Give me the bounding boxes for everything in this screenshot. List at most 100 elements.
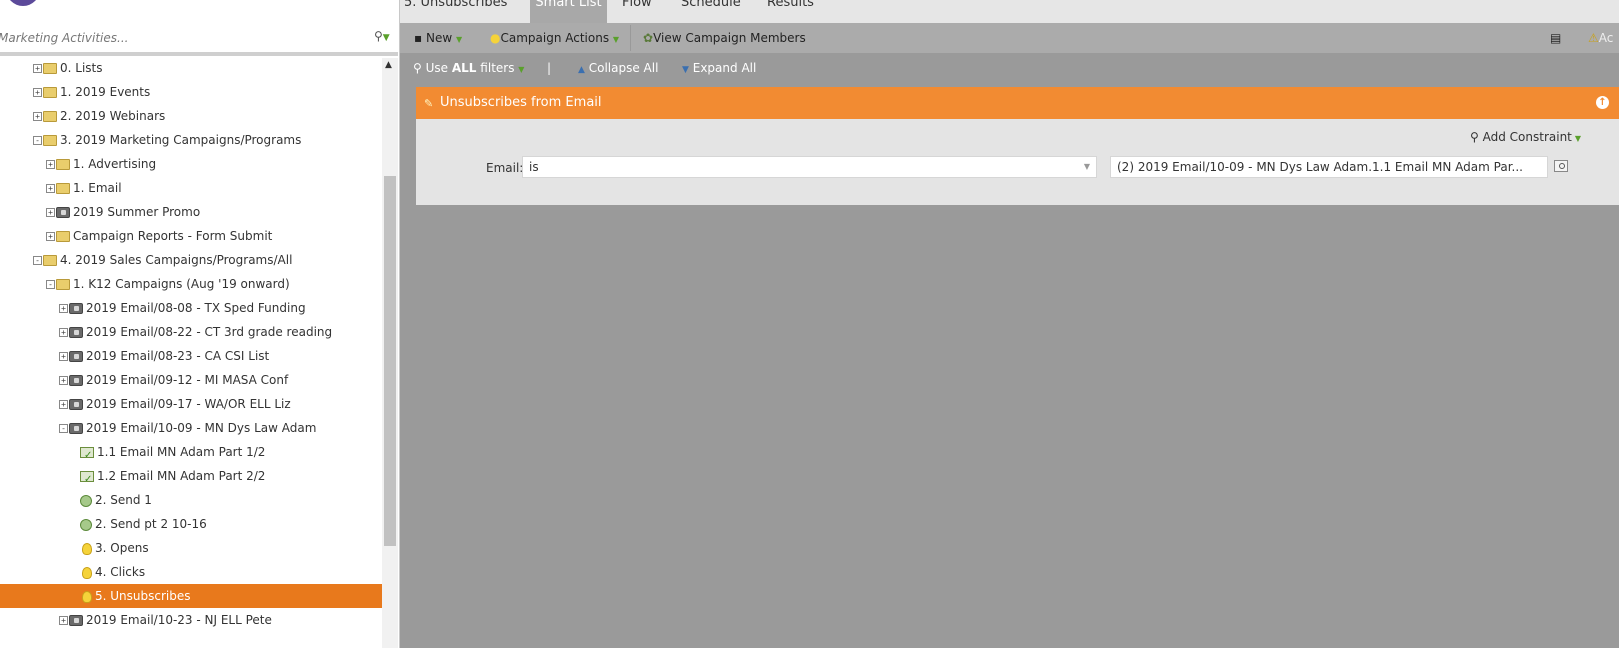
tree-item[interactable]: +1. 2019 Events	[0, 80, 382, 104]
tree-item-label: 2019 Email/10-23 - NJ ELL Pete	[86, 613, 272, 627]
filter-icon: ⚲	[1470, 130, 1479, 144]
tree-item[interactable]: +2019 Email/08-23 - CA CSI List	[0, 344, 382, 368]
expand-toggle-icon[interactable]: +	[46, 208, 55, 217]
tree-item[interactable]: +2019 Email/08-22 - CT 3rd grade reading	[0, 320, 382, 344]
expand-toggle-icon[interactable]: +	[33, 112, 42, 121]
tree-item[interactable]: 3. Opens	[0, 536, 382, 560]
email-icon	[80, 468, 94, 492]
tree-item[interactable]: 5. Unsubscribes	[0, 584, 382, 608]
expand-all-button[interactable]: ▼ Expand All	[682, 60, 756, 76]
scroll-thumb[interactable]	[384, 176, 396, 546]
folder-icon	[56, 159, 70, 170]
tree-item[interactable]: - 4. 2019 Sales Campaigns/Programs/All	[0, 248, 382, 272]
tab-program[interactable]: 5. Unsubscribes	[404, 0, 514, 23]
tree-item[interactable]: - 2019 Email/10-09 - MN Dys Law Adam	[0, 416, 382, 440]
expand-toggle-icon[interactable]: +	[59, 328, 68, 337]
search-input[interactable]	[0, 28, 358, 48]
tree-item-label: 5. Unsubscribes	[95, 589, 191, 603]
folder-icon	[56, 231, 70, 242]
value-picker-icon[interactable]	[1554, 160, 1568, 172]
tree-item[interactable]: +2019 Email/09-12 - MI MASA Conf	[0, 368, 382, 392]
filter-header[interactable]: ✎ Unsubscribes from Email ↑	[416, 87, 1619, 119]
folder-icon	[56, 183, 70, 194]
expand-toggle-icon[interactable]: +	[59, 616, 68, 625]
tab-schedule[interactable]: Schedule	[681, 0, 751, 23]
tree-item[interactable]: - 3. 2019 Marketing Campaigns/Programs	[0, 128, 382, 152]
email-icon	[80, 444, 94, 468]
collapse-toggle-icon[interactable]: -	[33, 136, 42, 145]
collapse-filter-icon[interactable]: ↑	[1596, 96, 1609, 109]
tree-item[interactable]: - 1. K12 Campaigns (Aug '19 onward)	[0, 272, 382, 296]
tree-item-label: 1. 2019 Events	[60, 85, 151, 99]
tree-item[interactable]: +0. Lists	[0, 58, 382, 80]
bulb-icon	[82, 566, 92, 579]
tree-item-label: 3. 2019 Marketing Campaigns/Programs	[60, 133, 302, 147]
expand-toggle-icon[interactable]: +	[59, 304, 68, 313]
chevron-down-icon: ▼	[382, 33, 390, 43]
collapse-toggle-icon[interactable]: -	[46, 280, 55, 289]
tree-item-label: 1. K12 Campaigns (Aug '19 onward)	[73, 277, 290, 291]
logo[interactable]	[6, 0, 40, 6]
tree-item[interactable]: +1. Email	[0, 176, 382, 200]
collapse-toggle-icon[interactable]: -	[59, 424, 68, 433]
tree-item[interactable]: 2. Send pt 2 10-16	[0, 512, 382, 536]
new-button[interactable]: ▪ New ▼	[414, 29, 462, 47]
filter-icon: ⚲	[374, 29, 383, 43]
expand-toggle-icon[interactable]: +	[46, 184, 55, 193]
tree-item-label: 4. 2019 Sales Campaigns/Programs/All	[60, 253, 293, 267]
program-icon	[56, 207, 70, 218]
operator-value: is	[529, 160, 539, 174]
campaign-actions-button[interactable]: ●Campaign Actions ▼	[490, 29, 619, 47]
collapse-all-button[interactable]: ▲ Collapse All	[578, 60, 658, 76]
email-value-field[interactable]: (2) 2019 Email/10-09 - MN Dys Law Adam.1…	[1110, 156, 1548, 178]
view-campaign-members-button[interactable]: ✿View Campaign Members	[643, 29, 806, 47]
chevron-down-icon: ▼	[455, 35, 463, 44]
expand-toggle-icon[interactable]: +	[59, 352, 68, 361]
tab-results[interactable]: Results	[767, 0, 827, 23]
tree-item[interactable]: 1.2 Email MN Adam Part 2/2	[0, 464, 382, 492]
tree-scrollbar[interactable]: ▲	[382, 58, 398, 648]
tab-bar: 5. Unsubscribes Smart List Flow Schedule…	[400, 0, 1619, 23]
pencil-icon: ✎	[424, 97, 434, 110]
expand-toggle-icon[interactable]: +	[46, 232, 55, 241]
left-panel: ⚲▼ +0. Lists+1. 2019 Events+2. 2019 Webi…	[0, 0, 400, 648]
tree-item-label: 2. 2019 Webinars	[60, 109, 166, 123]
tree-item[interactable]: 2. Send 1	[0, 488, 382, 512]
operator-select[interactable]: is ▼	[522, 156, 1097, 178]
members-icon: ✿	[643, 31, 654, 45]
tree-item[interactable]: 1.1 Email MN Adam Part 1/2	[0, 440, 382, 468]
folder-icon	[56, 279, 70, 290]
email-value-text: (2) 2019 Email/10-09 - MN Dys Law Adam.1…	[1117, 160, 1523, 174]
tree-item[interactable]: +2019 Email/08-08 - TX Sped Funding	[0, 296, 382, 320]
collapse-toggle-icon[interactable]: -	[33, 256, 42, 265]
expand-toggle-icon[interactable]: +	[59, 400, 68, 409]
chevron-down-icon: ▼	[612, 35, 620, 44]
tree-item[interactable]: +1. Advertising	[0, 152, 382, 176]
scroll-up-arrow-icon[interactable]: ▲	[385, 60, 392, 70]
tree-item-label: 2019 Email/10-09 - MN Dys Law Adam	[86, 421, 317, 435]
expand-toggle-icon[interactable]: +	[33, 64, 42, 73]
chevron-down-icon: ▼	[1574, 134, 1582, 143]
batch-icon	[80, 494, 92, 507]
tree-item[interactable]: +2019 Email/09-17 - WA/OR ELL Liz	[0, 392, 382, 416]
search-bar: ⚲▼	[0, 26, 398, 52]
tree-item[interactable]: + Campaign Reports - Form Submit	[0, 224, 382, 248]
tree-filter-button[interactable]: ⚲▼	[374, 29, 396, 47]
expand-toggle-icon[interactable]: +	[59, 376, 68, 385]
add-constraint-button[interactable]: ⚲ Add Constraint ▼	[1470, 130, 1581, 144]
tree-item[interactable]: 4. Clicks	[0, 560, 382, 584]
expand-toggle-icon[interactable]: +	[46, 160, 55, 169]
folder-icon	[43, 63, 57, 74]
tree-item-label: 2019 Email/08-23 - CA CSI List	[86, 349, 270, 363]
tab-smart-list[interactable]: Smart List	[530, 0, 607, 23]
tree-item-label: Campaign Reports - Form Submit	[73, 229, 273, 243]
tree-item[interactable]: +2. 2019 Webinars	[0, 104, 382, 128]
print-icon[interactable]: ▤	[1550, 29, 1561, 47]
tab-flow[interactable]: Flow	[622, 0, 662, 23]
expand-toggle-icon[interactable]: +	[33, 88, 42, 97]
use-all-filters-dropdown[interactable]: ⚲ Use ALL filters ▼	[413, 60, 524, 76]
tree-item[interactable]: +2019 Email/10-23 - NJ ELL Pete	[0, 608, 382, 632]
activity-button[interactable]: ⚠Ac	[1588, 29, 1613, 47]
tree-item[interactable]: +2019 Summer Promo	[0, 200, 382, 224]
bulb-icon	[82, 590, 92, 603]
